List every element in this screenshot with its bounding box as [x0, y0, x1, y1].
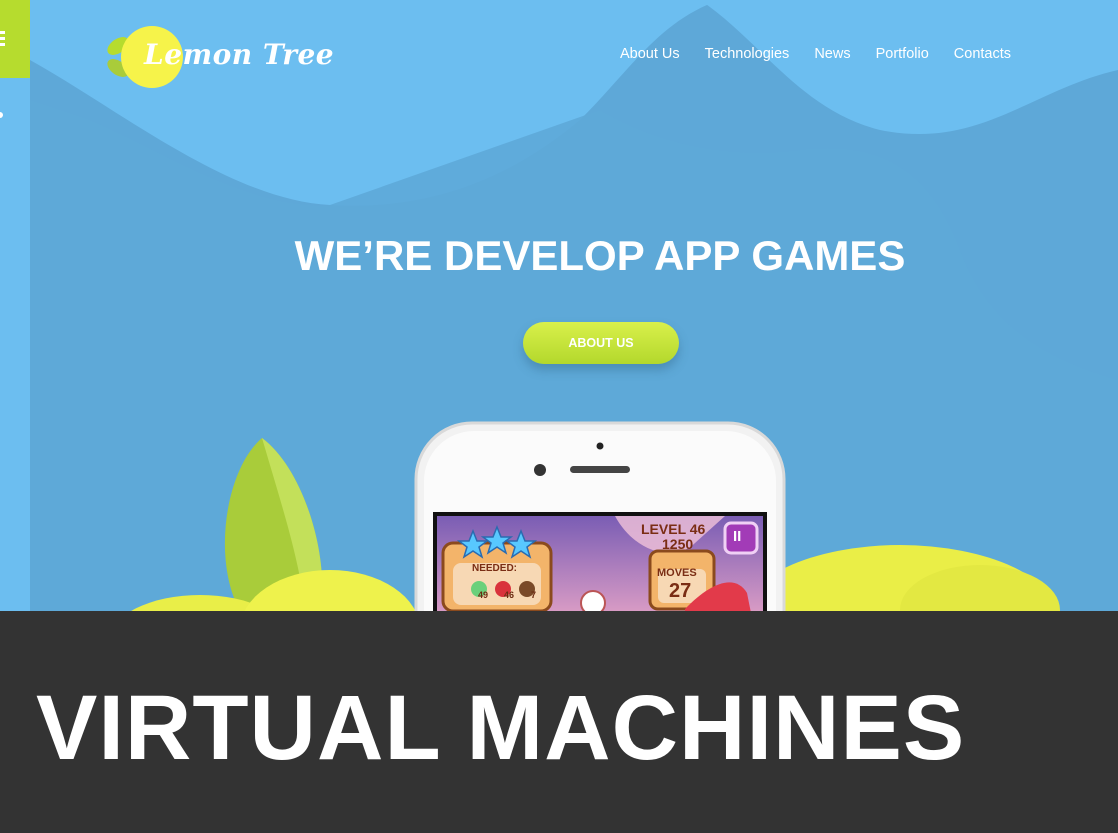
game-pause-symbol: II [733, 528, 742, 545]
nav-portfolio[interactable]: Portfolio [876, 46, 929, 62]
banner-title: VIRTUAL MACHINES [36, 677, 966, 779]
hero-headline: WE’RE DEVELOP APP GAMES [294, 232, 906, 279]
hero-section: Lemon Tree About Us Technologies News Po… [0, 0, 1118, 611]
menu-line-icon [0, 43, 5, 46]
menu-line-icon [0, 37, 5, 40]
sidebar-toggle[interactable] [0, 0, 30, 78]
menu-line-icon [0, 31, 5, 34]
main-nav: About Us Technologies News Portfolio Con… [620, 46, 1036, 62]
game-level-text: LEVEL 46 [641, 521, 706, 537]
nav-contacts[interactable]: Contacts [954, 46, 1011, 62]
nav-news[interactable]: News [814, 46, 850, 62]
game-moves-value: 27 [669, 580, 692, 602]
logo-text[interactable]: Lemon Tree [144, 38, 334, 71]
nav-technologies[interactable]: Technologies [705, 46, 790, 62]
game-score-text: 1250 [662, 536, 694, 552]
game-moves-label: MOVES [657, 567, 697, 579]
nav-about-us[interactable]: About Us [620, 46, 680, 62]
about-us-button[interactable]: ABOUT US [523, 322, 679, 364]
game-needed-label: NEEDED: [472, 563, 518, 574]
game-needed-count: 46 [504, 590, 515, 600]
game-needed-count: 49 [478, 590, 489, 600]
game-needed-count: 7 [531, 590, 537, 600]
